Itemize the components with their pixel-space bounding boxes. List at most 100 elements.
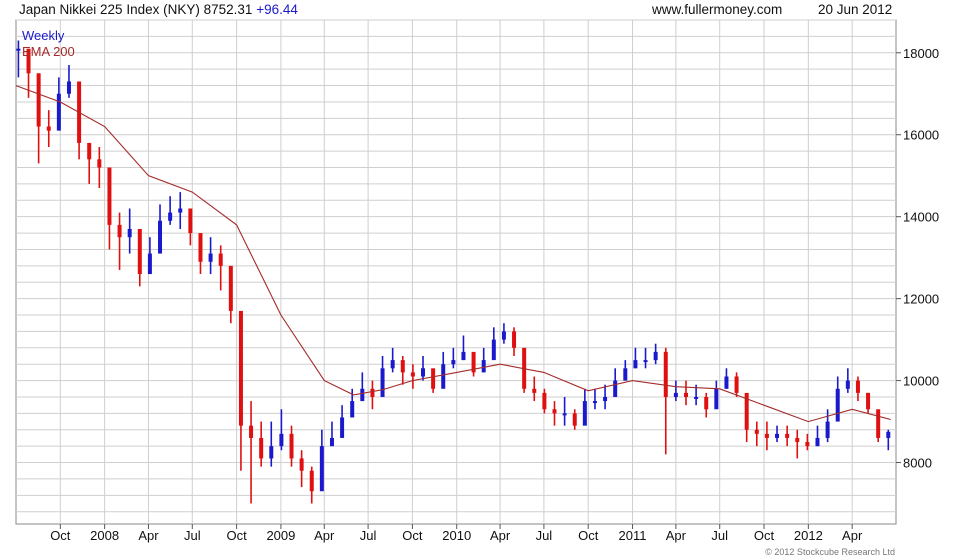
candle-body bbox=[390, 360, 395, 369]
y-tick-label: 16000 bbox=[903, 128, 939, 143]
candle-body bbox=[147, 253, 152, 275]
copyright-notice: © 2012 Stockcube Research Ltd bbox=[765, 547, 895, 557]
candle-body bbox=[117, 224, 122, 238]
candle-body bbox=[805, 442, 810, 447]
x-tick-label: Apr bbox=[490, 528, 511, 543]
candle-body bbox=[400, 360, 405, 373]
candle-body bbox=[633, 360, 638, 369]
y-tick-label: 12000 bbox=[903, 292, 939, 307]
x-tick-label: Oct bbox=[50, 528, 71, 543]
x-tick-label: Jul bbox=[711, 528, 728, 543]
candle-body bbox=[592, 401, 597, 404]
candle-body bbox=[734, 376, 739, 393]
candle-body bbox=[289, 433, 294, 459]
candle-body bbox=[431, 368, 436, 389]
x-tick-label: Oct bbox=[402, 528, 423, 543]
candle-body bbox=[876, 409, 881, 438]
candle-body bbox=[562, 413, 567, 416]
candle-body bbox=[127, 228, 132, 238]
candle-body bbox=[866, 392, 871, 410]
candle-body bbox=[683, 392, 688, 397]
candle-body bbox=[461, 351, 466, 361]
x-tick-label: Jul bbox=[536, 528, 553, 543]
candle-body bbox=[228, 265, 233, 311]
candle-body bbox=[66, 81, 71, 94]
candle-body bbox=[340, 417, 345, 438]
candle-body bbox=[97, 159, 102, 168]
candle-body bbox=[299, 458, 304, 471]
candle-body bbox=[815, 437, 820, 447]
x-axis: Oct 2008 Apr Jul Oct 2009 Apr Jul Oct 2010 Apr Jul O… bbox=[50, 524, 863, 543]
candle-body bbox=[137, 228, 142, 275]
candle-body bbox=[775, 433, 780, 438]
candle-body bbox=[542, 392, 547, 410]
nikkei-weekly-chart: 8000 10000 12000 14000 16000 18000 Oct 2008 Apr… bbox=[15, 19, 939, 557]
candle-body bbox=[249, 425, 254, 438]
candle-body bbox=[845, 380, 850, 389]
candle-body bbox=[451, 360, 456, 365]
candle-body bbox=[724, 376, 729, 389]
candle-body bbox=[623, 368, 628, 381]
candle-body bbox=[421, 368, 426, 377]
candle-body bbox=[360, 388, 365, 402]
candle-body bbox=[643, 360, 648, 363]
candle-body bbox=[36, 73, 41, 127]
candle-body bbox=[481, 360, 486, 373]
candle-body bbox=[795, 437, 800, 443]
candle-body bbox=[56, 93, 61, 131]
x-tick-label: 2010 bbox=[442, 528, 471, 543]
y-tick-label: 8000 bbox=[903, 456, 932, 471]
candle-body bbox=[370, 388, 375, 397]
x-tick-label: Apr bbox=[138, 528, 159, 543]
candle-body bbox=[785, 433, 790, 438]
candle-body bbox=[491, 339, 496, 361]
candle-body bbox=[168, 212, 173, 221]
candle-body bbox=[714, 388, 719, 410]
x-tick-label: Oct bbox=[754, 528, 775, 543]
candle-body bbox=[603, 396, 608, 402]
candle-body bbox=[532, 388, 537, 393]
candle-body bbox=[309, 470, 314, 492]
candle-body bbox=[764, 433, 769, 438]
candle-body bbox=[886, 431, 891, 438]
candle-body bbox=[238, 310, 243, 426]
candle-body bbox=[704, 396, 709, 410]
candle-body bbox=[673, 392, 678, 397]
candle-body bbox=[552, 409, 557, 414]
y-tick-label: 10000 bbox=[903, 374, 939, 389]
candle-body bbox=[653, 351, 658, 361]
x-tick-label: 2011 bbox=[619, 528, 647, 543]
candle-body bbox=[329, 437, 334, 447]
candle-body bbox=[501, 331, 506, 340]
candle-body bbox=[319, 446, 324, 492]
x-tick-label: Apr bbox=[666, 528, 687, 543]
candle bbox=[522, 347, 527, 393]
y-tick-label: 14000 bbox=[903, 210, 939, 225]
x-tick-label: Apr bbox=[842, 528, 863, 543]
candle-body bbox=[380, 368, 385, 397]
legend-weekly: Weekly bbox=[22, 28, 65, 43]
candle-body bbox=[46, 126, 51, 131]
candle-body bbox=[350, 401, 355, 418]
candle-body bbox=[198, 233, 203, 262]
candle-body bbox=[87, 142, 92, 160]
candle-body bbox=[572, 413, 577, 426]
x-tick-label: 2012 bbox=[794, 528, 823, 543]
candle-body bbox=[512, 331, 517, 348]
y-axis: 8000 10000 12000 14000 16000 18000 bbox=[896, 46, 939, 471]
candle-body bbox=[259, 437, 264, 459]
x-tick-label: Jul bbox=[184, 528, 201, 543]
x-tick-label: Jul bbox=[360, 528, 377, 543]
legend-ema-200: EMA 200 bbox=[22, 44, 75, 59]
candle-body bbox=[188, 208, 193, 234]
y-tick-label: 18000 bbox=[903, 46, 939, 61]
x-tick-label: 2009 bbox=[266, 528, 295, 543]
candle-body bbox=[825, 421, 830, 438]
candle-body bbox=[835, 388, 840, 422]
candle-body bbox=[582, 401, 587, 426]
candle-body bbox=[754, 429, 759, 434]
x-tick-label: Oct bbox=[226, 528, 247, 543]
candle bbox=[876, 409, 881, 443]
candle-body bbox=[694, 396, 699, 399]
candle-body bbox=[410, 372, 415, 377]
